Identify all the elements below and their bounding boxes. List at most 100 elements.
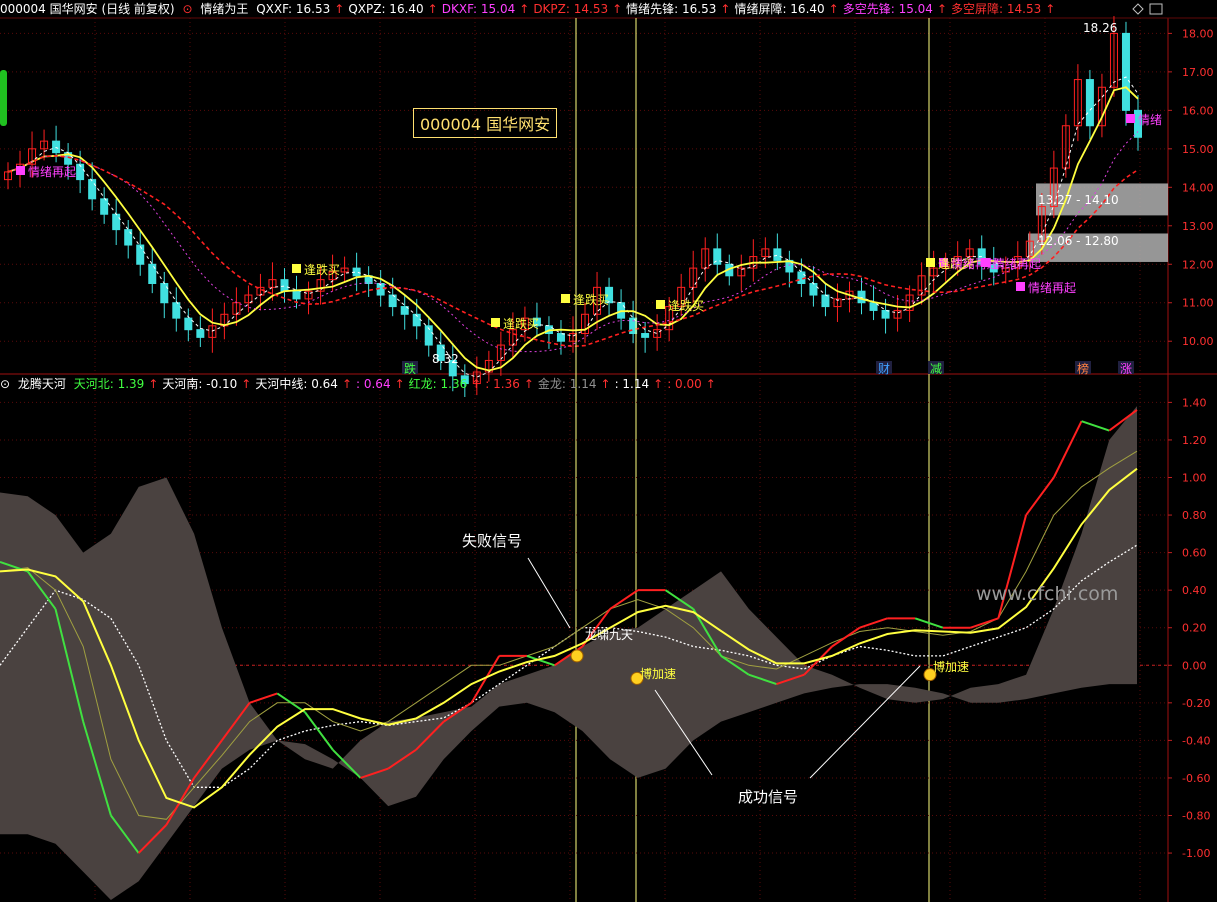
y-tick-label: -1.00 bbox=[1182, 847, 1210, 860]
red-dragon-segment bbox=[609, 589, 639, 610]
up-arrow-icon: ↑ bbox=[653, 377, 664, 391]
candle-body bbox=[388, 294, 397, 308]
red-dragon-segment bbox=[1081, 420, 1110, 432]
y-tick-label: -0.40 bbox=[1182, 734, 1210, 747]
up-arrow-icon: ↑ bbox=[471, 377, 482, 391]
header-value-4: 情绪先锋: 16.53 bbox=[626, 2, 717, 16]
candle-body bbox=[148, 263, 157, 284]
y-tick-label: -0.60 bbox=[1182, 772, 1210, 785]
up-arrow-icon: ↑ bbox=[1045, 2, 1056, 16]
up-arrow-icon: ↑ bbox=[427, 2, 438, 16]
candle-body bbox=[809, 283, 818, 296]
signal-marker: 情绪 bbox=[1138, 113, 1163, 127]
price-high-label: 18.26 bbox=[1083, 21, 1118, 35]
marker-icon bbox=[292, 264, 301, 273]
up-arrow-icon: ↑ bbox=[720, 2, 731, 16]
bottom-header-items: 天河北: 1.39 ↑ 天河南: -0.10 ↑ 天河中线: 0.64 ↑: 0.64 ↑ 红… bbox=[74, 377, 720, 391]
up-arrow-icon: ↑ bbox=[148, 377, 159, 391]
y-tick-label: -0.20 bbox=[1182, 697, 1210, 710]
symbol-title: 000004 国华网安 (日线 前复权) bbox=[0, 2, 175, 16]
up-arrow-icon: ↑ bbox=[519, 2, 530, 16]
y-tick-label: 15.00 bbox=[1182, 143, 1214, 156]
up-arrow-icon: ↑ bbox=[394, 377, 405, 391]
candle-body bbox=[124, 229, 133, 246]
candle-body bbox=[280, 279, 289, 292]
candle-body bbox=[773, 248, 782, 261]
y-tick-label: 16.00 bbox=[1182, 104, 1214, 117]
y-tick-label: 1.20 bbox=[1182, 434, 1207, 447]
event-label: 减 bbox=[930, 362, 943, 376]
signal-dot-icon-0 bbox=[570, 649, 584, 663]
header-value-6: 金龙: 1.14 bbox=[537, 377, 597, 391]
y-tick-label: 0.80 bbox=[1182, 509, 1207, 522]
header-value-1: QXPZ: 16.40 bbox=[348, 2, 424, 16]
fail-signal-label: 失败信号 bbox=[462, 532, 523, 550]
header-value-8: : 0.00 bbox=[667, 377, 702, 391]
header-value-3: : 0.64 bbox=[356, 377, 391, 391]
marker-icon bbox=[561, 294, 570, 303]
red-dragon-segment bbox=[831, 626, 861, 648]
tianhe-band bbox=[0, 406, 1137, 900]
zone-lower-label: 12.06 - 12.80 bbox=[1038, 234, 1119, 248]
chart-stage: 10.00 11.00 12.00 13.00 14.00 15.00 16.00 17.00… bbox=[0, 0, 1217, 902]
candle-body bbox=[172, 302, 181, 319]
up-arrow-icon: ↑ bbox=[828, 2, 839, 16]
dropdown-icon[interactable]: ⊙ bbox=[0, 377, 10, 391]
candle-body bbox=[881, 309, 890, 319]
y-tick-label: 1.40 bbox=[1182, 396, 1207, 409]
y-tick-label: 11.00 bbox=[1182, 297, 1214, 310]
window-icon bbox=[1149, 3, 1163, 15]
candle-body bbox=[112, 213, 121, 231]
bottom-header: ⊙ 龙腾天河 天河北: 1.39 ↑ 天河南: -0.10 ↑ 天河中线: 0.64 ↑:… bbox=[0, 375, 724, 393]
header-value-5: 情绪屏障: 16.40 bbox=[734, 2, 825, 16]
signal-marker: 逢跌买 bbox=[668, 299, 705, 313]
up-arrow-icon: ↑ bbox=[241, 377, 252, 391]
header-value-2: DKXF: 15.04 bbox=[441, 2, 516, 16]
bojiasu-label-2: 博加速 bbox=[933, 660, 970, 674]
marker-icon bbox=[1126, 114, 1135, 123]
top-header-items: QXXF: 16.53 ↑ QXPZ: 16.40 ↑ DKXF: 15.04 ↑ DKPZ… bbox=[256, 2, 1059, 16]
candle-body bbox=[52, 140, 61, 154]
header-value-3: DKPZ: 14.53 bbox=[533, 2, 609, 16]
signal-marker: 逢跌买 bbox=[304, 263, 341, 277]
marker-icon bbox=[491, 318, 500, 327]
longxiao-label: 龙啸九天 bbox=[585, 628, 634, 642]
candle-body bbox=[869, 302, 878, 311]
candle-body bbox=[136, 244, 145, 265]
candle-body bbox=[821, 294, 830, 308]
red-dragon-segment bbox=[249, 692, 278, 704]
y-tick-label: 12.00 bbox=[1182, 258, 1214, 271]
up-arrow-icon: ↑ bbox=[612, 2, 623, 16]
marker-icon bbox=[16, 166, 25, 175]
chart-svg: 10.00 11.00 12.00 13.00 14.00 15.00 16.00 17.00… bbox=[0, 3, 1217, 902]
candle-body bbox=[76, 163, 85, 181]
up-arrow-icon: ↑ bbox=[705, 377, 716, 391]
y-tick-label: 14.00 bbox=[1182, 181, 1214, 194]
candle-body bbox=[196, 329, 205, 338]
candle-body bbox=[1121, 32, 1130, 111]
up-arrow-icon: ↑ bbox=[936, 2, 947, 16]
signal-marker: 情绪再起 bbox=[993, 257, 1042, 271]
y-tick-label: 0.40 bbox=[1182, 584, 1207, 597]
header-value-4: 红龙: 1.36 bbox=[408, 377, 468, 391]
y-tick-label: -0.80 bbox=[1182, 810, 1210, 823]
candle-body bbox=[88, 179, 97, 200]
red-dragon-segment bbox=[1052, 420, 1083, 478]
candle-body bbox=[1085, 79, 1094, 127]
y-tick-label: 18.00 bbox=[1182, 27, 1214, 40]
marker-icon bbox=[656, 300, 665, 309]
y-tick-label: 17.00 bbox=[1182, 66, 1214, 79]
zone-upper-label: 13.27 - 14.10 bbox=[1038, 193, 1119, 207]
up-arrow-icon: ↑ bbox=[334, 2, 345, 16]
candle-body bbox=[556, 333, 565, 342]
marker-icon bbox=[926, 258, 935, 267]
red-dragon-segment bbox=[859, 617, 888, 629]
signal-marker: 情绪再起 bbox=[1028, 281, 1077, 295]
price-low-label: 8.32 bbox=[432, 352, 459, 366]
header-value-0: 天河北: 1.39 bbox=[73, 377, 145, 391]
header-value-0: QXXF: 16.53 bbox=[256, 2, 331, 16]
event-label: 跌 bbox=[404, 362, 417, 376]
y-tick-label: 0.60 bbox=[1182, 547, 1207, 560]
dropdown-icon[interactable]: ⊙ bbox=[182, 2, 192, 16]
marker-icon bbox=[1016, 282, 1025, 291]
